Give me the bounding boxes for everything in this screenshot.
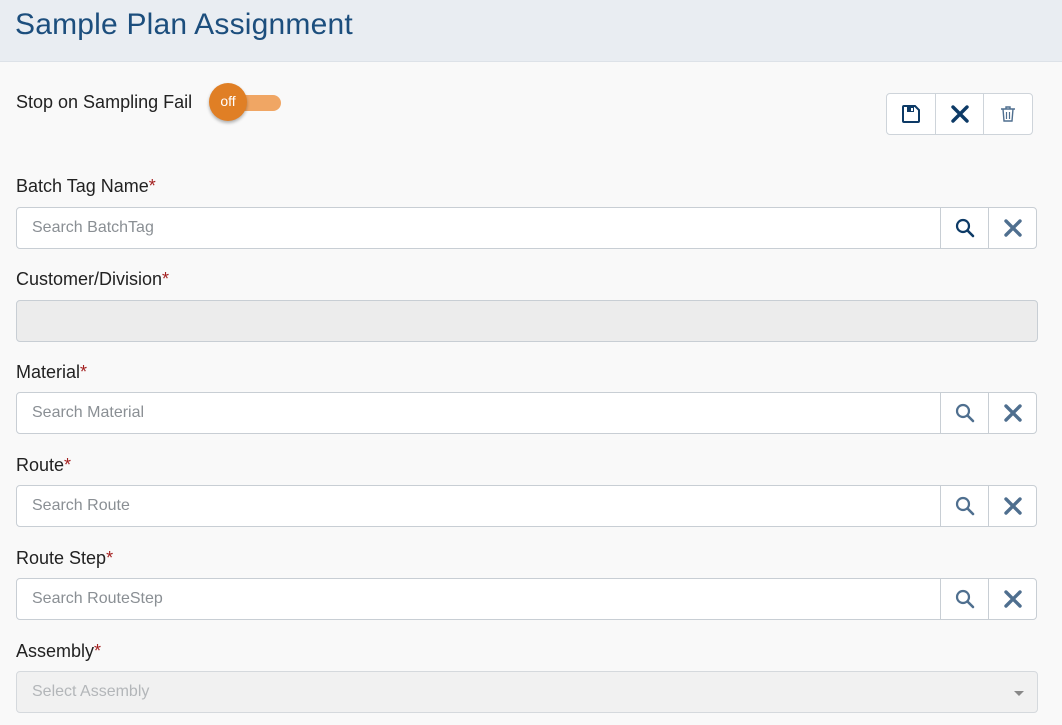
assembly-select-placeholder: Select Assembly (32, 683, 150, 700)
search-icon (955, 589, 974, 609)
route-search-input[interactable] (17, 486, 940, 526)
customer-division-field (16, 300, 1038, 342)
material-clear-button[interactable] (988, 393, 1036, 433)
save-icon (901, 105, 920, 123)
route-step-clear-button[interactable] (988, 579, 1036, 619)
material-search-button[interactable] (940, 393, 988, 433)
required-marker: * (64, 455, 72, 475)
required-marker: * (162, 269, 170, 289)
batch-tag-group (16, 207, 1037, 249)
route-step-search-button[interactable] (940, 579, 988, 619)
route-label: Route* (16, 455, 72, 475)
stop-on-fail-toggle[interactable]: off (209, 83, 281, 124)
required-marker: * (106, 548, 114, 568)
search-icon (955, 403, 974, 423)
route-step-group (16, 578, 1037, 620)
close-icon (1003, 590, 1022, 608)
batch-tag-search-button[interactable] (940, 208, 988, 248)
stop-on-fail-label: Stop on Sampling Fail (16, 92, 193, 112)
route-step-search-input[interactable] (17, 579, 940, 619)
customer-division-label: Customer/Division* (16, 269, 170, 289)
route-step-label: Route Step* (16, 548, 114, 568)
assembly-label: Assembly* (16, 641, 102, 661)
form-actions (886, 93, 1033, 135)
close-icon (1003, 404, 1022, 422)
material-label: Material* (16, 362, 88, 382)
page-title: Sample Plan Assignment (15, 8, 353, 41)
assembly-select[interactable]: Select Assembly (16, 671, 1038, 713)
batch-tag-search-input[interactable] (17, 208, 940, 248)
route-search-button[interactable] (940, 486, 988, 526)
search-icon (955, 218, 974, 238)
delete-button[interactable] (984, 94, 1032, 134)
close-icon (950, 105, 969, 123)
toggle-knob: off (209, 83, 247, 121)
caret-down-icon (1014, 691, 1024, 696)
batch-tag-label: Batch Tag Name* (16, 176, 156, 196)
route-group (16, 485, 1037, 527)
trash-icon (1001, 106, 1016, 122)
material-group (16, 392, 1037, 434)
route-clear-button[interactable] (988, 486, 1036, 526)
save-button[interactable] (887, 94, 936, 134)
search-icon (955, 496, 974, 516)
cancel-button[interactable] (936, 94, 985, 134)
close-icon (1003, 219, 1022, 237)
material-search-input[interactable] (17, 393, 940, 433)
page-header: Sample Plan Assignment (0, 0, 1062, 62)
batch-tag-clear-button[interactable] (988, 208, 1036, 248)
close-icon (1003, 497, 1022, 515)
required-marker: * (94, 641, 102, 661)
required-marker: * (80, 362, 88, 382)
required-marker: * (148, 176, 156, 196)
